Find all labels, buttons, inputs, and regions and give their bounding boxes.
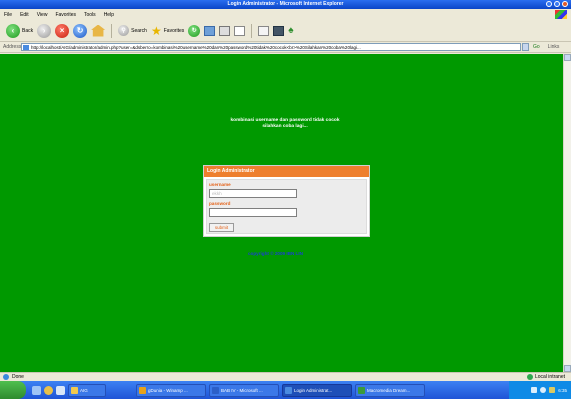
mail-button[interactable] [204, 25, 216, 36]
zone-icon [526, 374, 533, 380]
edit-button[interactable] [234, 25, 246, 36]
menu-view[interactable]: View [33, 12, 52, 18]
login-title: Login Administrator [204, 166, 369, 177]
toolbar-separator [111, 23, 113, 38]
system-tray: 6:35 [509, 381, 571, 399]
error-line-2: silahkan coba lagi... [262, 124, 308, 129]
minimize-button[interactable] [546, 1, 552, 7]
discuss-button[interactable] [258, 25, 270, 36]
edit-page-icon [234, 25, 246, 36]
taskbar-button-dreamweaver[interactable]: Macromedia Dream... [355, 383, 425, 397]
clock[interactable]: 6:35 [558, 388, 567, 393]
refresh-button[interactable]: ↻ [73, 23, 88, 38]
maximize-button[interactable] [554, 1, 560, 7]
back-arrow-icon: ‹ [6, 23, 20, 38]
messenger-button[interactable]: ♠ [288, 25, 293, 37]
explorer-quick-launch-icon[interactable] [56, 385, 65, 395]
forward-button[interactable]: › [37, 23, 52, 38]
research-button[interactable] [273, 25, 285, 36]
zone-text: Local intranet [534, 374, 565, 380]
address-input[interactable]: http://localhost/AIG/administrator/admin… [21, 43, 521, 51]
error-message: kombinasi username dan password tidak co… [200, 118, 370, 130]
taskbar-button-label: gDunia - Winamp ... [148, 387, 188, 393]
submit-button[interactable]: submit [209, 223, 234, 232]
taskbar-button-word[interactable]: BAB IV - Microsoft ... [209, 383, 279, 397]
print-icon [219, 25, 231, 36]
address-dropdown-button[interactable] [522, 43, 529, 51]
stop-icon: × [55, 23, 70, 38]
close-button[interactable] [562, 1, 568, 7]
favorites-star-icon: ★ [150, 23, 162, 38]
messenger-icon: ♠ [288, 24, 294, 36]
back-button[interactable]: ‹ Back [6, 23, 34, 38]
menu-favorites[interactable]: Favorites [51, 12, 80, 18]
menu-tools[interactable]: Tools [80, 12, 100, 18]
back-label: Back [22, 27, 34, 34]
home-icon [91, 24, 106, 37]
links-button[interactable]: Links [548, 44, 560, 50]
taskbar-button-label: Macromedia Dream... [367, 387, 411, 393]
discuss-icon [258, 25, 270, 36]
folder-icon [71, 386, 78, 394]
tray-language-icon[interactable] [531, 387, 538, 393]
taskbar-button-label: AIG [80, 387, 88, 393]
search-icon: ⚲ [118, 25, 130, 36]
search-label: Search [131, 27, 147, 34]
username-input[interactable]: ekkh [209, 189, 297, 198]
dreamweaver-icon [358, 386, 365, 394]
mail-icon [204, 25, 216, 36]
tray-network-icon[interactable] [549, 387, 556, 393]
start-button[interactable] [0, 381, 26, 399]
vertical-scrollbar[interactable] [563, 54, 571, 372]
quick-launch [32, 385, 65, 395]
window-title: Login Administrator - Microsoft Internet… [227, 1, 344, 7]
taskbar: AIG gDunia - Winamp ... BAB IV - Microso… [0, 381, 571, 399]
menu-help[interactable]: Help [100, 12, 118, 18]
taskbar-button-label: BAB IV - Microsoft ... [221, 387, 263, 393]
username-label: username [209, 182, 231, 187]
refresh-icon: ↻ [73, 23, 88, 38]
research-icon [273, 25, 285, 36]
search-button[interactable]: ⚲ Search [118, 25, 147, 36]
ie-quick-launch-icon[interactable] [44, 385, 53, 395]
scroll-down-button[interactable] [564, 365, 571, 372]
word-icon [212, 386, 219, 394]
login-panel: Login Administrator username ekkh passwo… [203, 165, 370, 237]
history-icon: ↻ [188, 24, 201, 37]
menu-file[interactable]: File [0, 12, 16, 18]
status-text: Done [12, 374, 24, 380]
toolbar: ‹ Back › × ↻ ⚲ Search ★ Favorites ↻ ♠ [0, 20, 571, 42]
home-button[interactable] [91, 24, 106, 37]
favorites-button[interactable]: ★ Favorites [151, 25, 184, 37]
history-button[interactable]: ↻ [188, 24, 201, 37]
ie-page-icon [3, 374, 9, 380]
stop-button[interactable]: × [55, 23, 70, 38]
taskbar-button-winamp[interactable]: gDunia - Winamp ... [136, 383, 206, 397]
menu-edit[interactable]: Edit [16, 12, 33, 18]
address-label: Address [3, 44, 22, 50]
password-label: password [209, 201, 231, 206]
address-url: http://localhost/AIG/administrator/admin… [31, 45, 361, 50]
show-desktop-icon[interactable] [32, 385, 41, 395]
go-button[interactable]: Go [533, 44, 540, 50]
copyright-text: copyright © 2009 IBN LIN [248, 251, 303, 256]
favorites-label: Favorites [163, 27, 185, 34]
taskbar-button-aig[interactable]: AIG [68, 383, 106, 397]
windows-logo-icon [555, 10, 567, 19]
title-bar: Login Administrator - Microsoft Internet… [0, 0, 571, 9]
login-form: username ekkh password submit [206, 179, 367, 234]
toolbar-separator [251, 23, 253, 38]
scroll-up-button[interactable] [564, 54, 571, 61]
address-bar: Address http://localhost/AIG/administrat… [0, 42, 571, 53]
forward-arrow-icon: › [37, 23, 52, 38]
print-button[interactable] [219, 25, 231, 36]
taskbar-button-login-admin[interactable]: Login Administrat... [282, 383, 352, 397]
tray-volume-icon[interactable] [540, 387, 547, 393]
page-icon [23, 45, 29, 50]
password-input[interactable] [209, 208, 297, 217]
ie-icon [285, 386, 292, 394]
winamp-icon [139, 386, 146, 394]
taskbar-button-label: Login Administrat... [294, 387, 333, 393]
